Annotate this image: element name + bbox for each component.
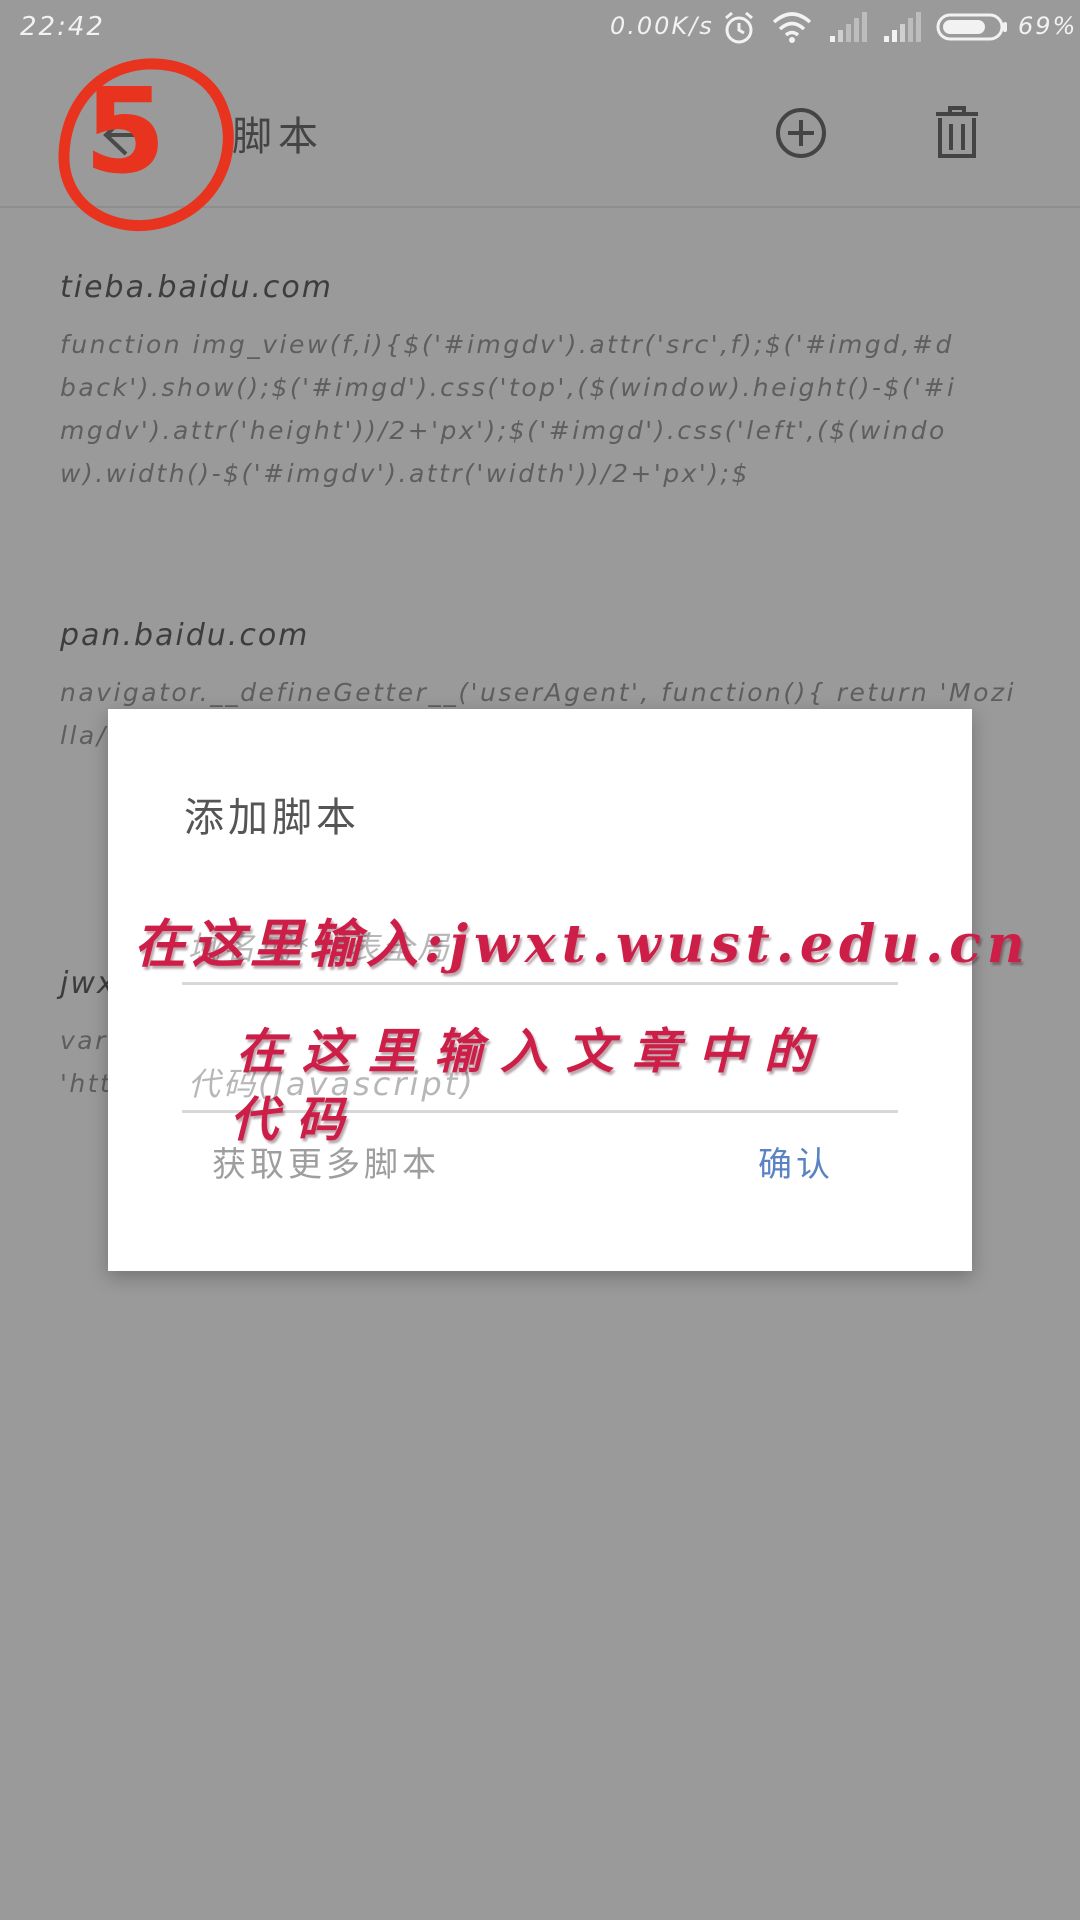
code-hint-annotation: 在这里输入文章中的 — [236, 1024, 831, 1080]
add-script-dialog: 添加脚本 域名或*代表全局 代码(Javascript) 获取更多脚本 确认 — [108, 709, 972, 1271]
script-code: function img_view(f,i){$('#imgdv').attr(… — [60, 330, 957, 488]
script-item[interactable]: tieba.baidu.com function img_view(f,i){$… — [60, 270, 1020, 495]
page-title: 脚本 — [232, 114, 324, 160]
wifi-icon — [772, 10, 812, 48]
signal-icon — [882, 10, 922, 48]
battery-percent: 69% — [1018, 12, 1078, 40]
script-domain: tieba.baidu.com — [60, 270, 333, 305]
dialog-title: 添加脚本 — [184, 795, 360, 841]
step-number-annotation: 5 — [84, 62, 167, 200]
screen: 22:42 0.00K/s 69% 脚本 tieba.baidu.com fun… — [0, 0, 1080, 1920]
script-domain: pan.baidu.com — [60, 618, 310, 653]
network-speed: 0.00K/s — [610, 12, 714, 40]
signal-icon — [828, 10, 868, 48]
trash-icon[interactable] — [932, 104, 982, 164]
plus-circle-icon[interactable] — [774, 106, 828, 164]
battery-icon — [936, 10, 1010, 48]
confirm-button[interactable]: 确认 — [758, 1137, 834, 1186]
domain-hint-annotation: 在这里输入:jwxt.wust.edu.cn — [134, 914, 1031, 975]
status-time: 22:42 — [20, 12, 105, 42]
alarm-icon — [722, 10, 756, 50]
code-hint-annotation-line2: 代码 — [230, 1092, 363, 1148]
